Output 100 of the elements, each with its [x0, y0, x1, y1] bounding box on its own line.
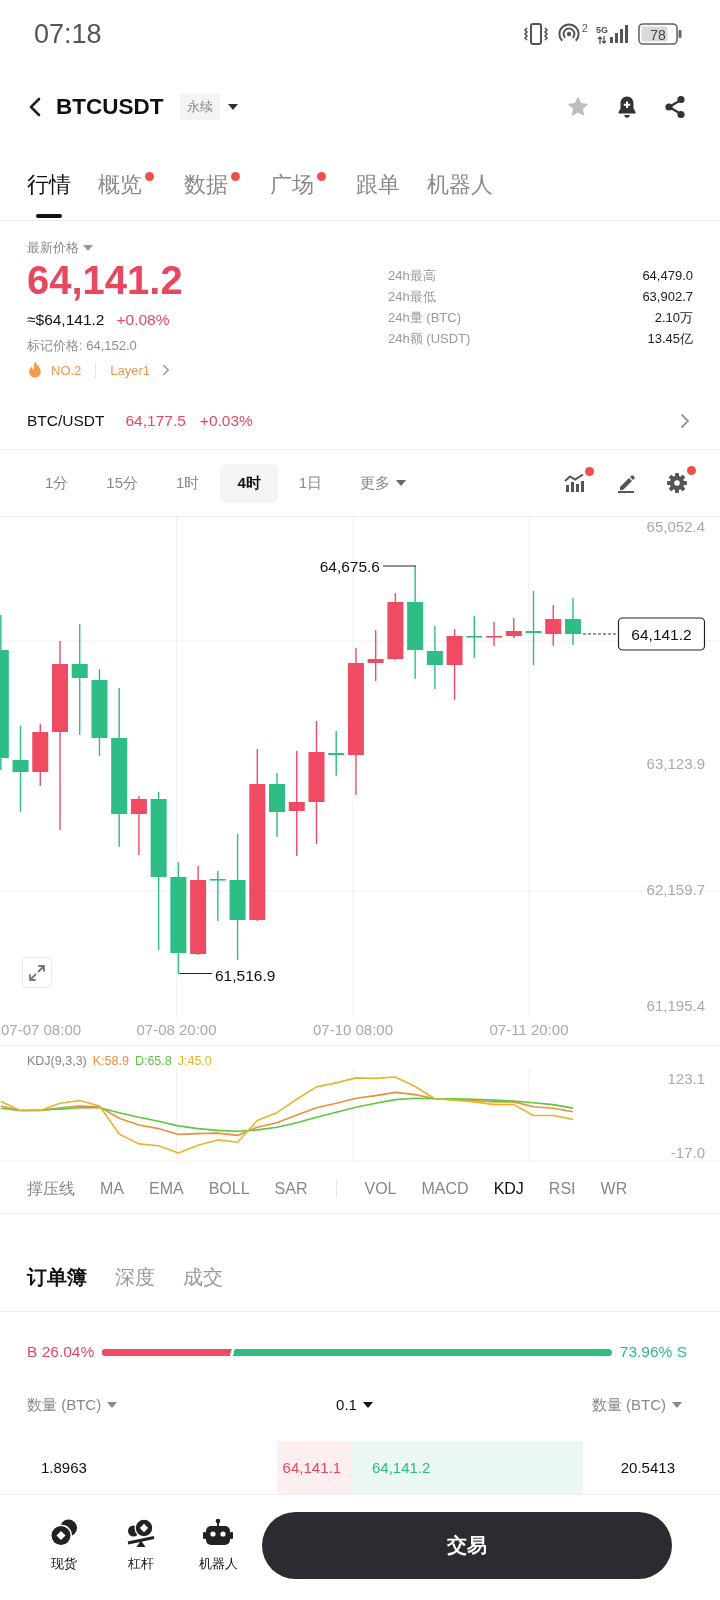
nav-item[interactable]: 机器人 [183, 1518, 253, 1572]
candlestick [564, 597, 581, 646]
chart-indicator-icon[interactable] [564, 473, 586, 493]
stat-value: 64,479.0 [642, 267, 693, 285]
tab[interactable]: 行情 [27, 170, 71, 218]
price-axis-label: 65,052.4 [646, 518, 705, 535]
last-price-tag: 64,141.2 [617, 617, 706, 651]
indicator-tab[interactable]: MACD [421, 1178, 469, 1200]
robot-icon [203, 1518, 233, 1548]
symbol-title: BTCUSDT [56, 92, 164, 121]
interval-tab[interactable]: 1日 [281, 463, 340, 503]
interval-tab[interactable]: 15分 [89, 463, 156, 503]
candlestick [426, 625, 443, 690]
expand-icon [28, 963, 46, 982]
settings-icon[interactable] [666, 472, 688, 494]
price-axis-label: 61,195.4 [646, 997, 705, 1014]
tab[interactable]: 概览 [98, 170, 157, 200]
indicator-tab[interactable]: BOLL [208, 1178, 250, 1200]
network-type: 5G [596, 24, 608, 35]
time-axis-label: 07-07 08:00 [1, 1021, 82, 1038]
tab[interactable]: 数据 [184, 170, 243, 200]
usd-price: ≈$64,141.2 [27, 310, 105, 330]
bid-price: 64,141.1 [282, 1459, 341, 1476]
stat-label: 24h最高 [388, 267, 436, 285]
column-header[interactable]: 数量 (BTC) [27, 1394, 118, 1416]
nav-item[interactable]: 杠杆 [106, 1518, 176, 1572]
caret-icon [362, 1402, 373, 1408]
signal-icon [609, 24, 630, 44]
vibrate-icon [522, 22, 549, 46]
lever-coin-icon [126, 1518, 156, 1548]
nav-item[interactable]: 现货 [29, 1518, 99, 1572]
indicator-tab[interactable]: KDJ [493, 1178, 524, 1200]
interval-tab[interactable]: 4时 [220, 463, 278, 503]
pencil-icon[interactable] [616, 473, 636, 493]
last-price-line [582, 633, 618, 635]
tab-indicator [36, 214, 62, 218]
orderbook-tab[interactable]: 订单簿 [27, 1264, 87, 1290]
interval-tab[interactable]: 1时 [159, 463, 217, 503]
indicator-tab[interactable]: 撑压线 [27, 1178, 75, 1200]
tab[interactable]: 跟单 [356, 170, 400, 200]
share-icon[interactable] [664, 94, 686, 119]
stat-label: 24h最低 [388, 288, 436, 306]
candlestick [328, 730, 345, 777]
candlestick [387, 592, 404, 661]
interval-tab[interactable]: 更多 [343, 463, 424, 503]
price-axis-label: 62,159.7 [646, 881, 705, 898]
scale-label: -17.0 [670, 1144, 705, 1161]
spot-change: +0.03% [199, 411, 253, 430]
candlestick [367, 629, 384, 682]
battery-indicator: 78 [638, 23, 682, 45]
indicator-tab[interactable]: RSI [548, 1178, 576, 1200]
indicator-reading: J:45.0 [177, 1053, 212, 1070]
chevron-right-icon[interactable] [162, 364, 171, 376]
sector-tag[interactable]: Layer1 [110, 362, 151, 378]
alert-bell-icon[interactable] [616, 94, 638, 119]
indicator-tab[interactable]: MA [100, 1178, 124, 1200]
scale-label: 123.1 [667, 1070, 705, 1087]
indicator-reading: K:58.9 [92, 1053, 129, 1070]
pair-name: BTC/USDT [27, 411, 105, 430]
coins-icon [49, 1518, 79, 1548]
price-axis-label: 63,123.9 [646, 755, 705, 772]
candlestick [269, 772, 285, 838]
column-header[interactable]: 数量 (BTC) [591, 1394, 682, 1416]
candlestick [545, 604, 562, 647]
chevron-right-icon[interactable] [680, 412, 690, 429]
orderbook-tab[interactable]: 成交 [183, 1264, 223, 1290]
tab[interactable]: 机器人 [427, 170, 493, 200]
low-price-label: 61,516.9 [215, 967, 276, 984]
indicator-title: KDJ(9,3,3) [27, 1053, 87, 1070]
contract-type-tag: 永续 [179, 93, 220, 120]
back-icon[interactable] [28, 96, 42, 117]
indicator-tab[interactable]: VOL [364, 1178, 397, 1200]
hotspot-count: 2 [581, 22, 588, 34]
high-price-label: 64,675.6 [319, 557, 380, 575]
tab[interactable]: 广场 [270, 170, 329, 200]
caret-icon [672, 1402, 682, 1408]
interval-tab[interactable]: 1分 [28, 463, 86, 503]
ask-price: 64,141.2 [372, 1459, 431, 1476]
sell-ratio-label: 73.96% S [619, 1343, 687, 1361]
stat-value: 13.45亿 [647, 330, 693, 348]
indicator-tab[interactable]: WR [600, 1178, 628, 1200]
price-type-selector[interactable]: 最新价格 [27, 238, 93, 258]
stat-label: 24h额 (USDT) [388, 330, 471, 348]
indicator-tab[interactable]: SAR [274, 1178, 308, 1200]
candlestick [466, 615, 483, 659]
flame-icon [27, 361, 43, 379]
column-header[interactable]: 0.1 [336, 1394, 373, 1416]
indicator-tab[interactable]: EMA [149, 1178, 184, 1200]
leader-line [382, 565, 417, 567]
price-change: +0.08% [116, 310, 170, 330]
expand-button[interactable] [22, 957, 52, 988]
trade-button[interactable]: 交易 [262, 1512, 672, 1579]
caret-icon [396, 480, 407, 486]
candlestick [505, 617, 522, 639]
caret-icon[interactable] [227, 103, 238, 110]
clock-time: 07:18 [34, 18, 102, 50]
indicator-reading: D:65.8 [134, 1053, 172, 1070]
orderbook-tab[interactable]: 深度 [115, 1264, 155, 1290]
ask-quantity: 20.5413 [620, 1459, 675, 1476]
stat-value: 63,902.7 [642, 288, 693, 306]
